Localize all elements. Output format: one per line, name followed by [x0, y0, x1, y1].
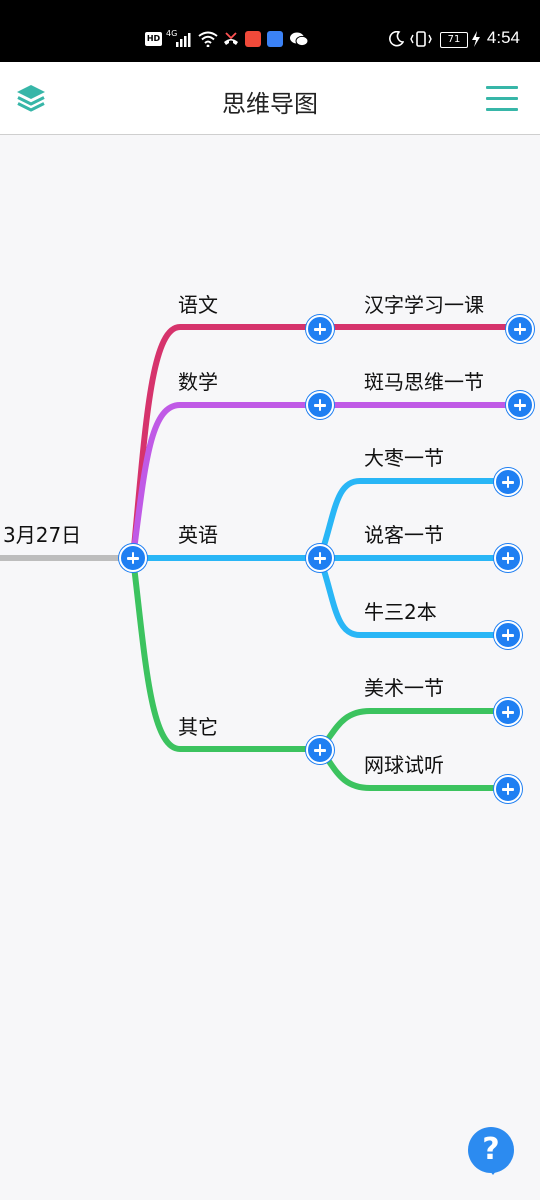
signal-icon — [176, 33, 191, 47]
add-node-button-chinese-1[interactable] — [506, 315, 534, 343]
leaf-label-math-1[interactable]: 斑马思维一节 — [364, 370, 484, 394]
add-node-button-chinese[interactable] — [306, 315, 334, 343]
leaf-label-other-1[interactable]: 美术一节 — [364, 676, 444, 700]
branch-label-english[interactable]: 英语 — [178, 523, 218, 547]
vibrate-icon — [410, 31, 432, 47]
branch-label-math[interactable]: 数学 — [178, 370, 218, 394]
app-notification-icon — [245, 31, 261, 47]
wechat-icon — [290, 32, 309, 47]
wifi-icon — [198, 31, 218, 47]
leaf-label-english-2[interactable]: 说客一节 — [364, 523, 444, 547]
battery-icon: 71 — [440, 32, 468, 48]
leaf-connector-other-1 — [317, 708, 508, 752]
missed-call-icon — [224, 32, 238, 45]
add-node-button-math[interactable] — [306, 391, 334, 419]
menu-icon[interactable] — [486, 86, 518, 112]
status-bar: HD 4G 71 4:54 — [0, 0, 540, 62]
leaf-label-english-1[interactable]: 大枣一节 — [364, 446, 444, 470]
status-time: 4:54 — [486, 28, 520, 47]
app-header: 思维导图 — [0, 62, 540, 135]
add-node-button-other-1[interactable] — [494, 698, 522, 726]
add-node-button-english-2[interactable] — [494, 544, 522, 572]
add-node-button-other-2[interactable] — [494, 775, 522, 803]
branch-label-other[interactable]: 其它 — [178, 715, 218, 739]
add-node-button-english-1[interactable] — [494, 468, 522, 496]
moon-icon — [389, 31, 404, 47]
leaf-label-other-2[interactable]: 网球试听 — [364, 753, 444, 777]
leaf-label-chinese-1[interactable]: 汉字学习一课 — [364, 293, 484, 317]
mindmap-canvas[interactable]: 3月27日 语文 汉字学习一课 数学 斑马思维一节 英语 大枣一节 说客一节 牛… — [0, 135, 540, 1200]
branch-label-chinese[interactable]: 语文 — [178, 293, 218, 317]
add-node-button-root[interactable] — [119, 544, 147, 572]
branch-connector-other — [130, 557, 320, 752]
help-button[interactable]: ? — [468, 1127, 514, 1173]
page-title: 思维导图 — [222, 90, 318, 118]
app-notification-icon — [267, 31, 283, 47]
add-node-button-math-1[interactable] — [506, 391, 534, 419]
leaf-label-english-3[interactable]: 牛三2本 — [364, 600, 437, 624]
add-node-button-other[interactable] — [306, 736, 334, 764]
add-node-button-english[interactable] — [306, 544, 334, 572]
charging-icon — [472, 31, 480, 47]
root-node-label[interactable]: 3月27日 — [3, 523, 81, 547]
hd-badge: HD — [145, 32, 162, 46]
add-node-button-english-3[interactable] — [494, 621, 522, 649]
